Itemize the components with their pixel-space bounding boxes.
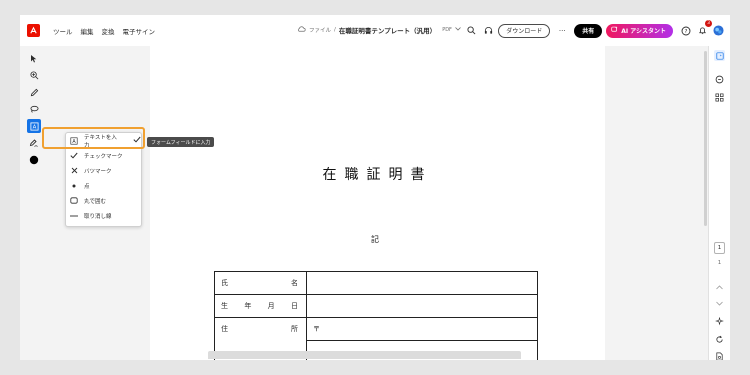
menu-item-strikethrough[interactable]: 取り消し線 [66, 208, 141, 223]
page-number-input[interactable]: 1 [714, 242, 725, 254]
page-total: 1 [717, 260, 722, 266]
mark-type-menu: A テキストを入力 チェックマーク バツマーク 点 丸で囲む 取り消し線 [65, 132, 142, 227]
file-location[interactable]: ファイル [309, 26, 331, 34]
ai-assistant-button[interactable]: AI アシスタント [606, 23, 673, 38]
select-tool-icon[interactable] [27, 51, 41, 65]
main-menu: ツール 編集 変換 電子サイン [53, 26, 155, 36]
color-swatch-icon[interactable] [27, 153, 41, 167]
pen-tool-icon[interactable] [27, 85, 41, 99]
menu-item-label: 丸で囲む [84, 198, 107, 205]
selected-checkmark-icon [133, 136, 141, 145]
menu-esign[interactable]: 電子サイン [123, 26, 156, 36]
certificate-table: 氏 名 生 年 月 日 住 所 〒 [214, 271, 538, 360]
menu-item-label: テキストを入力 [84, 134, 117, 149]
bell-icon[interactable]: 3 [694, 19, 712, 39]
file-breadcrumb: ファイル / 在職証明書テンプレート（汎用） PDF [297, 25, 461, 35]
menu-item-label: バツマーク [84, 168, 112, 175]
menu-item-label: 点 [84, 183, 90, 190]
right-rail: 1 1 [708, 46, 730, 360]
postal-code-field[interactable]: 〒 [306, 317, 538, 341]
download-button[interactable]: ダウンロード [498, 23, 551, 38]
menu-item-dot[interactable]: 点 [66, 178, 141, 193]
menu-tools[interactable]: ツール [53, 26, 73, 36]
generative-panel-icon[interactable] [714, 50, 725, 61]
menu-item-checkmark[interactable]: チェックマーク [66, 148, 141, 163]
table-row: 住 所 〒 [214, 317, 538, 360]
zoom-tool-icon[interactable] [27, 68, 41, 82]
top-bar: ツール 編集 変換 電子サイン ファイル / 在職証明書テンプレート（汎用） P… [20, 15, 730, 46]
ai-assistant-label: AI アシスタント [621, 28, 666, 35]
line-icon [70, 212, 78, 220]
text-box-icon: A [70, 136, 78, 145]
svg-text:A: A [32, 124, 36, 130]
ai-sparkle-icon [611, 26, 618, 35]
acrobat-logo[interactable] [27, 24, 40, 37]
row-label-birthdate: 生 年 月 日 [214, 294, 307, 318]
dot-icon [70, 182, 78, 190]
certificate-title: 在職証明書 [322, 167, 433, 183]
thumbnails-icon[interactable] [715, 87, 724, 106]
menu-item-text-input[interactable]: A テキストを入力 [66, 133, 141, 149]
chevron-down-icon[interactable] [455, 27, 461, 33]
top-right-actions: ダウンロード ··· 共有 AI アシスタント ? 3 [463, 15, 730, 46]
circle-icon [70, 197, 78, 205]
menu-item-label: チェックマーク [84, 153, 123, 160]
help-icon[interactable]: ? [678, 23, 694, 39]
checkmark-icon [70, 152, 78, 160]
table-row: 氏 名 [214, 271, 538, 295]
menu-item-cross[interactable]: バツマーク [66, 163, 141, 178]
breadcrumb-separator: / [334, 27, 336, 33]
menu-edit[interactable]: 編集 [81, 26, 94, 36]
ai-page-icon[interactable] [715, 311, 724, 330]
birthdate-field[interactable] [306, 294, 538, 318]
cross-icon [70, 167, 78, 175]
menu-item-circle[interactable]: 丸で囲む [66, 193, 141, 208]
cloud-icon [297, 26, 306, 34]
menu-convert[interactable]: 変換 [102, 26, 115, 36]
text-field-tool-icon[interactable]: A [27, 119, 41, 133]
headset-icon[interactable] [480, 23, 496, 39]
help-label: ? [685, 29, 688, 35]
page-settings-icon[interactable] [715, 346, 724, 360]
menu-item-label: 取り消し線 [84, 213, 112, 220]
pdf-page[interactable]: 在職証明書 記 氏 名 生 年 月 日 住 所 〒 [150, 46, 605, 360]
app-window: ツール 編集 変換 電子サイン ファイル / 在職証明書テンプレート（汎用） P… [20, 15, 730, 360]
share-button[interactable]: 共有 [574, 23, 603, 38]
comment-panel-icon[interactable] [715, 69, 724, 88]
more-options-icon[interactable]: ··· [554, 23, 570, 39]
left-toolbar: A [24, 51, 44, 170]
bottom-toolbar[interactable] [208, 351, 521, 359]
search-icon[interactable] [463, 23, 479, 39]
row-label-name: 氏 名 [214, 271, 307, 295]
ki-heading: 記 [371, 235, 379, 244]
vertical-scrollbar[interactable] [704, 51, 707, 226]
page-down-icon[interactable] [716, 291, 723, 310]
name-field[interactable] [306, 271, 538, 295]
lasso-tool-icon[interactable] [27, 102, 41, 116]
table-row: 生 年 月 日 [214, 294, 538, 318]
notification-badge: 3 [705, 19, 712, 27]
avatar[interactable] [710, 23, 726, 39]
sign-tool-icon[interactable] [27, 136, 41, 150]
file-extension: PDF [442, 27, 452, 33]
tooltip: フォームフィールドに入力 [147, 137, 215, 147]
document-title[interactable]: 在職証明書テンプレート（汎用） [339, 25, 436, 35]
